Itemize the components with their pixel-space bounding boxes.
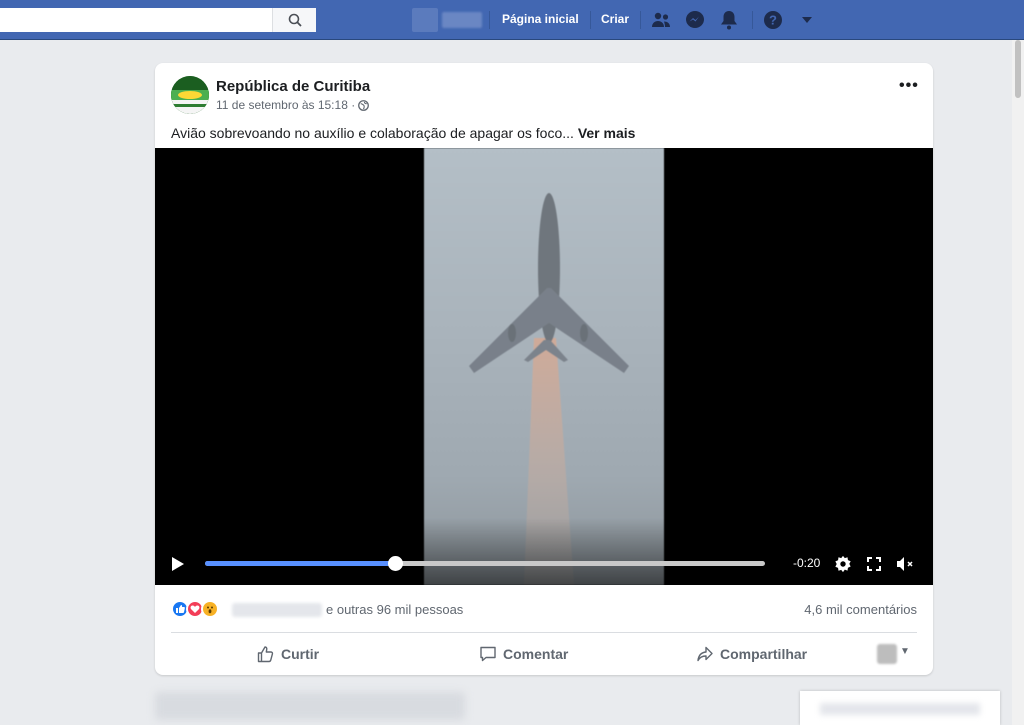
video-progress-knob[interactable] bbox=[387, 556, 403, 571]
video-progress-fill bbox=[205, 561, 396, 566]
share-button[interactable]: Compartilhar bbox=[696, 645, 807, 663]
search-button[interactable] bbox=[272, 8, 316, 32]
reaction-icons[interactable] bbox=[171, 600, 219, 618]
post-text: Avião sobrevoando no auxílio e colaboraç… bbox=[171, 125, 635, 141]
page-name[interactable]: República de Curitiba bbox=[216, 78, 370, 95]
post-date[interactable]: 11 de setembro às 15:18 · bbox=[216, 98, 355, 112]
more-options-icon[interactable]: ••• bbox=[899, 77, 919, 95]
gear-icon[interactable] bbox=[833, 554, 853, 574]
nav-divider bbox=[590, 11, 591, 29]
post-meta: 11 de setembro às 15:18 · bbox=[216, 98, 370, 112]
video-player[interactable]: -0:20 bbox=[155, 148, 933, 585]
search-icon bbox=[288, 13, 302, 27]
chat-box-blurred[interactable] bbox=[800, 691, 1000, 725]
top-navigation-bar: Página inicial Criar ? bbox=[0, 0, 1024, 40]
see-more-link[interactable]: Ver mais bbox=[578, 125, 636, 141]
nav-create-link[interactable]: Criar bbox=[601, 12, 629, 26]
friends-icon[interactable] bbox=[650, 9, 672, 31]
svg-text:?: ? bbox=[769, 13, 777, 28]
video-progress-bar[interactable] bbox=[205, 556, 765, 571]
post-text-body: Avião sobrevoando no auxílio e colaboraç… bbox=[171, 125, 574, 141]
comment-button[interactable]: Comentar bbox=[479, 645, 568, 663]
scrollbar[interactable] bbox=[1012, 40, 1024, 725]
like-button[interactable]: Curtir bbox=[257, 645, 319, 663]
nav-divider bbox=[640, 11, 641, 29]
chevron-down-icon[interactable]: ▼ bbox=[900, 646, 910, 657]
reaction-names-blurred[interactable] bbox=[232, 603, 322, 617]
bell-icon[interactable] bbox=[718, 9, 740, 31]
search-input[interactable] bbox=[0, 8, 272, 32]
share-button-label: Compartilhar bbox=[720, 646, 808, 662]
reaction-others-text[interactable]: e outras 96 mil pessoas bbox=[326, 602, 463, 617]
scrollbar-thumb[interactable] bbox=[1015, 40, 1021, 98]
caret-down-icon[interactable] bbox=[796, 9, 818, 31]
profile-avatar[interactable] bbox=[412, 8, 438, 32]
share-icon bbox=[697, 646, 713, 662]
comment-button-label: Comentar bbox=[503, 646, 569, 662]
comment-count[interactable]: 4,6 mil comentários bbox=[804, 602, 917, 617]
nav-divider bbox=[752, 11, 753, 29]
post-card: República de Curitiba 11 de setembro às … bbox=[155, 63, 933, 675]
comment-icon bbox=[480, 646, 496, 662]
globe-icon bbox=[358, 99, 370, 111]
video-controls-shade bbox=[155, 518, 933, 585]
nav-divider bbox=[489, 11, 490, 29]
messenger-icon[interactable] bbox=[684, 9, 706, 31]
page-avatar[interactable] bbox=[171, 76, 209, 114]
wow-reaction-icon bbox=[201, 600, 219, 618]
play-icon[interactable] bbox=[171, 556, 185, 572]
thumbs-up-icon bbox=[257, 646, 274, 663]
mute-icon[interactable] bbox=[895, 554, 915, 574]
chat-box-content-blurred bbox=[820, 703, 980, 715]
nav-home-link[interactable]: Página inicial bbox=[502, 12, 579, 26]
profile-name-blurred[interactable] bbox=[442, 12, 482, 28]
like-button-label: Curtir bbox=[281, 646, 320, 662]
blurred-next-post bbox=[155, 692, 465, 720]
divider bbox=[171, 632, 917, 633]
help-icon[interactable]: ? bbox=[762, 9, 784, 31]
share-as-avatar[interactable] bbox=[877, 644, 897, 664]
video-time-remaining: -0:20 bbox=[793, 556, 821, 570]
fullscreen-icon[interactable] bbox=[864, 554, 884, 574]
